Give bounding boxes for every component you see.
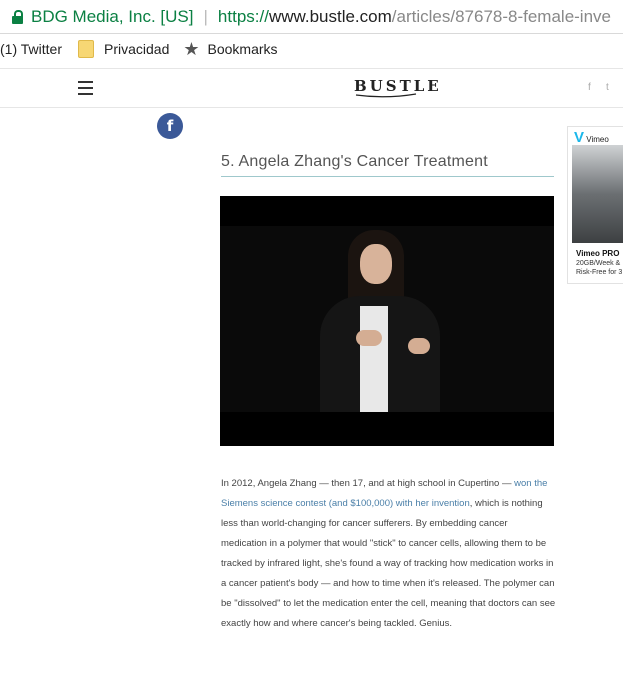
address-bar[interactable]: BDG Media, Inc. [US] | https://www.bustl… [0, 0, 623, 34]
bookmark-label: Privacidad [103, 41, 170, 57]
menu-icon[interactable] [78, 81, 93, 95]
url-path[interactable]: /articles/87678-8-female-inve [392, 7, 611, 27]
twitter-icon[interactable]: t [606, 82, 609, 93]
ad-line: Risk-Free for 3 [576, 269, 623, 276]
ad-brand: V Vimeo [574, 129, 609, 146]
paragraph-text: In 2012, Angela Zhang — then 17, and at … [221, 478, 515, 489]
bookmarks-bar: (1) Twitter Privacidad ★ Bookmarks [0, 34, 623, 64]
bookmark-label: Bookmarks [207, 41, 278, 57]
address-divider: | [203, 6, 208, 26]
lock-icon [12, 9, 23, 24]
video-player[interactable] [220, 196, 554, 446]
section-heading: 5. Angela Zhang's Cancer Treatment [221, 153, 554, 177]
sidebar-ad[interactable]: V Vimeo Vimeo PRO 20GB/Week & Risk-Free … [567, 126, 623, 284]
ad-title: Vimeo PRO [576, 249, 620, 258]
video-frame [220, 226, 554, 412]
site-header: BUSTLE f t [0, 68, 623, 108]
paragraph-text: , which is nothing less than world-chang… [221, 498, 556, 629]
article-paragraph: In 2012, Angela Zhang — then 17, and at … [221, 474, 556, 634]
bookmark-bookmarks[interactable]: ★ Bookmarks [183, 39, 277, 60]
logo-swoosh-icon [355, 93, 417, 98]
facebook-icon[interactable]: f [588, 82, 591, 93]
bookmark-label: (1) Twitter [0, 41, 62, 57]
bookmark-twitter[interactable]: (1) Twitter [0, 41, 62, 57]
site-identity[interactable]: BDG Media, Inc. [US] [31, 7, 194, 27]
facebook-share-button[interactable]: f [157, 113, 183, 139]
url-protocol[interactable]: https:// [218, 7, 269, 27]
ad-brand-label: Vimeo [586, 135, 609, 144]
ad-line: 20GB/Week & [576, 260, 621, 267]
vimeo-icon: V [574, 129, 585, 146]
url-host[interactable]: www.bustle.com [269, 7, 392, 27]
facebook-icon: f [166, 117, 174, 135]
star-icon: ★ [183, 38, 200, 59]
folder-icon [77, 40, 94, 58]
ad-image [572, 145, 623, 243]
bookmark-privacidad[interactable]: Privacidad [76, 40, 169, 58]
